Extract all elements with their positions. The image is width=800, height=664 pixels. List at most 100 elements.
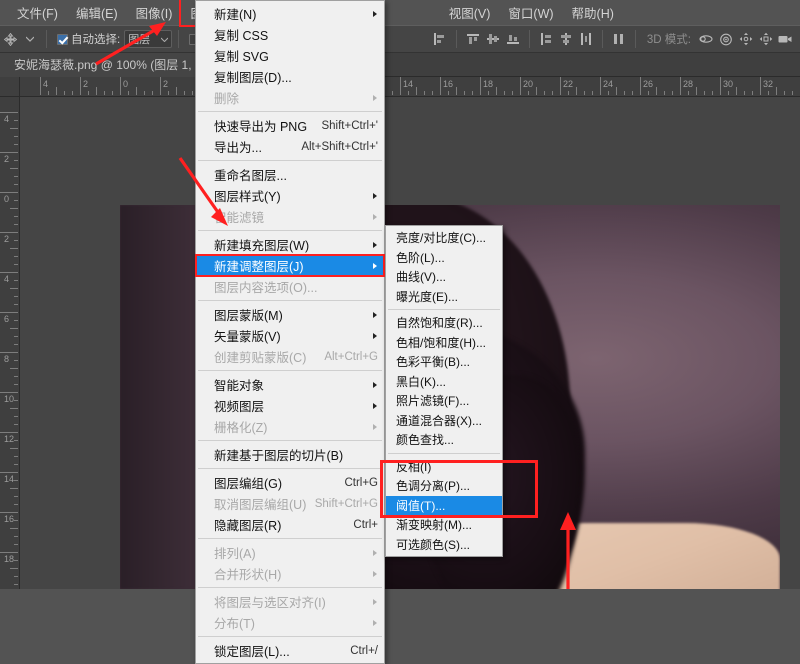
adjustment-menu-item[interactable]: 自然饱和度(R)... <box>386 313 502 333</box>
align-horizontal-centers-icon[interactable] <box>556 29 576 49</box>
align-bottom-edges-icon[interactable] <box>503 29 523 49</box>
document-tab[interactable]: 安妮海瑟薇.png @ 100% (图层 1, RG <box>0 53 223 77</box>
auto-select-label: 自动选择: <box>71 31 120 47</box>
distribute-spacing-icon[interactable] <box>609 29 629 49</box>
layer-menu-item[interactable]: 导出为...Alt+Shift+Ctrl+' <box>196 136 384 157</box>
auto-select-checkbox[interactable] <box>57 34 68 45</box>
submenu-arrow-icon <box>373 620 377 626</box>
layer-menu-item[interactable]: 重命名图层... <box>196 164 384 185</box>
layer-menu-item-label: 图层编组(G) <box>214 473 336 492</box>
ruler-minor-tick <box>416 87 417 95</box>
adjustment-menu-item[interactable]: 阈值(T)... <box>386 496 502 516</box>
adjustment-menu-item[interactable]: 通道混合器(X)... <box>386 411 502 431</box>
menu-window[interactable]: 窗口(W) <box>499 0 562 25</box>
layer-menu-item[interactable]: 新建(N) <box>196 3 384 24</box>
tool-preset-chevron-icon[interactable] <box>20 29 40 49</box>
horizontal-ruler[interactable]: 4202468101214161820222426283032 <box>20 77 800 97</box>
menu-separator <box>198 160 382 161</box>
align-right-edges-icon[interactable] <box>536 29 556 49</box>
layer-menu-item[interactable]: 视频图层 <box>196 395 384 416</box>
adjustment-menu-item[interactable]: 色彩平衡(B)... <box>386 352 502 372</box>
layer-menu-item[interactable]: 智能对象 <box>196 374 384 395</box>
camera-3d-icon[interactable] <box>776 29 796 49</box>
ruler-minor-tick <box>14 184 18 185</box>
move-tool-icon[interactable] <box>0 29 20 49</box>
ruler-minor-tick <box>14 464 18 465</box>
layer-menu-item[interactable]: 隐藏图层(R)Ctrl+ <box>196 514 384 535</box>
adjustment-menu-item-label: 黑白(K)... <box>396 373 446 390</box>
layer-menu-item[interactable]: 新建基于图层的切片(B) <box>196 444 384 465</box>
adjustment-menu-item[interactable]: 曝光度(E)... <box>386 287 502 307</box>
submenu-arrow-icon <box>373 424 377 430</box>
ruler-tick <box>680 77 681 95</box>
ruler-minor-tick <box>528 91 529 95</box>
ruler-minor-tick <box>456 87 457 95</box>
ruler-minor-tick <box>176 87 177 95</box>
menu-view[interactable]: 视图(V) <box>440 0 500 25</box>
new-adjustment-layer-submenu[interactable]: 亮度/对比度(C)...色阶(L)...曲线(V)...曝光度(E)... 自然饱… <box>385 225 503 557</box>
layer-menu-item-label: 栅格化(Z) <box>214 417 378 436</box>
distribute-horizontal-icon[interactable] <box>576 29 596 49</box>
menu-bar: 文件(F) 编辑(E) 图像(I) 图层(L) 视图(V) 窗口(W) 帮助(H… <box>0 0 800 25</box>
menu-edit[interactable]: 编辑(E) <box>67 0 127 25</box>
ruler-minor-tick <box>136 87 137 95</box>
adjustment-menu-item[interactable]: 亮度/对比度(C)... <box>386 228 502 248</box>
adjustment-menu-item[interactable]: 渐变映射(M)... <box>386 515 502 535</box>
slide-3d-icon[interactable] <box>756 29 776 49</box>
vertical-ruler[interactable]: 42024681012141618 <box>0 97 20 589</box>
ruler-minor-tick <box>128 91 129 95</box>
adjustment-menu-item[interactable]: 可选颜色(S)... <box>386 535 502 555</box>
adjustment-menu-item[interactable]: 颜色查找... <box>386 430 502 450</box>
layer-menu-item[interactable]: 复制 CSS <box>196 24 384 45</box>
align-left-edges-icon[interactable] <box>430 29 450 49</box>
submenu-arrow-icon <box>373 263 377 269</box>
layer-menu-item-label: 图层蒙版(M) <box>214 305 378 324</box>
roll-3d-icon[interactable] <box>716 29 736 49</box>
layer-menu-item: 删除 <box>196 87 384 108</box>
adjustment-menu-item[interactable]: 照片滤镜(F)... <box>386 391 502 411</box>
orbit-3d-icon[interactable] <box>696 29 716 49</box>
layer-menu-item[interactable]: 矢量蒙版(V) <box>196 325 384 346</box>
layer-menu-item[interactable]: 锁定图层(L)...Ctrl+/ <box>196 640 384 661</box>
layer-menu-item[interactable]: 新建填充图层(W) <box>196 234 384 255</box>
layer-menu-item-label: 新建(N) <box>214 4 378 23</box>
layer-menu-item[interactable]: 新建调整图层(J) <box>196 255 384 276</box>
layer-menu-item[interactable]: 图层样式(Y) <box>196 185 384 206</box>
adjustment-menu-item[interactable]: 色相/饱和度(H)... <box>386 333 502 353</box>
adjustment-menu-item[interactable]: 黑白(K)... <box>386 372 502 392</box>
ruler-minor-tick <box>14 224 18 225</box>
ruler-corner[interactable] <box>0 77 20 97</box>
layer-menu-item[interactable]: 图层蒙版(M) <box>196 304 384 325</box>
ruler-tick <box>0 352 18 353</box>
layer-menu-item[interactable]: 快速导出为 PNGShift+Ctrl+' <box>196 115 384 136</box>
ruler-label: 4 <box>4 115 14 123</box>
submenu-arrow-icon <box>373 382 377 388</box>
layer-dropdown-menu[interactable]: 新建(N)复制 CSS复制 SVG复制图层(D)...删除快速导出为 PNGSh… <box>195 0 385 664</box>
adjustment-menu-item[interactable]: 反相(I) <box>386 457 502 477</box>
auto-select-target-dropdown[interactable]: 图层 <box>124 30 172 48</box>
adjustment-menu-item-label: 通道混合器(X)... <box>396 412 482 429</box>
align-top-edges-icon[interactable] <box>463 29 483 49</box>
adjustment-menu-item-label: 渐变映射(M)... <box>396 516 472 533</box>
menu-image[interactable]: 图像(I) <box>127 0 182 25</box>
ruler-minor-tick <box>14 120 18 121</box>
ruler-minor-tick <box>152 91 153 95</box>
ruler-minor-tick <box>14 496 18 497</box>
adjustment-menu-item[interactable]: 色阶(L)... <box>386 248 502 268</box>
ruler-tick <box>80 77 81 95</box>
adjustment-menu-item[interactable]: 曲线(V)... <box>386 267 502 287</box>
pan-3d-icon[interactable] <box>736 29 756 49</box>
layer-menu-item[interactable]: 图层编组(G)Ctrl+G <box>196 472 384 493</box>
layer-menu-item[interactable]: 复制 SVG <box>196 45 384 66</box>
ruler-label: 2 <box>4 155 14 163</box>
layer-menu-item[interactable]: 复制图层(D)... <box>196 66 384 87</box>
adjustment-menu-item[interactable]: 色调分离(P)... <box>386 476 502 496</box>
layer-menu-item: 分布(T) <box>196 612 384 633</box>
submenu-arrow-icon <box>373 95 377 101</box>
layer-menu-item-label: 矢量蒙版(V) <box>214 326 378 345</box>
divider <box>602 30 603 48</box>
ruler-tick <box>0 472 18 473</box>
menu-help[interactable]: 帮助(H) <box>563 0 623 25</box>
align-vertical-centers-icon[interactable] <box>483 29 503 49</box>
menu-file[interactable]: 文件(F) <box>8 0 67 25</box>
